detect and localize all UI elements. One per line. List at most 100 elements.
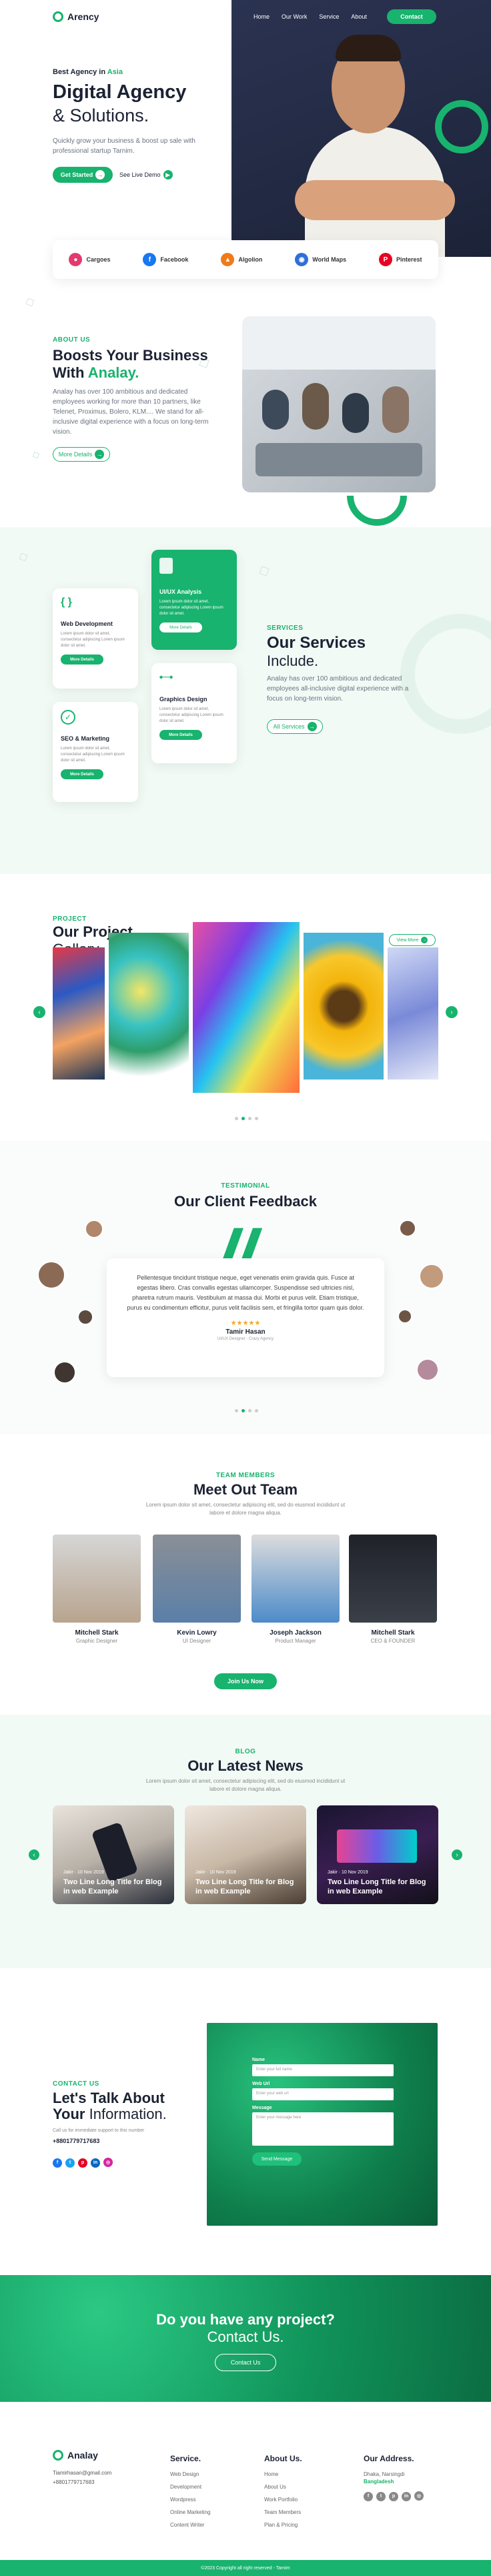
service-more-button[interactable]: More Details (159, 622, 202, 632)
blog-next-button[interactable]: › (452, 1849, 462, 1860)
project-section: PROJECT Our Project Gallery. View More→ … (0, 874, 491, 1141)
view-more-button[interactable]: View More → (389, 934, 436, 946)
dot[interactable] (255, 1117, 258, 1120)
dot[interactable] (241, 1409, 245, 1412)
footer-social: f t p in ◎ (364, 2491, 427, 2501)
reviewer-role: UI/UX Designer - Crazy Agency (217, 1337, 274, 1341)
footer-link[interactable]: Team Members (264, 2509, 302, 2515)
live-demo-link[interactable]: See Live Demo ▶ (119, 170, 173, 179)
service-card-uiux: UI/UX Analysis Lorem ipsum dolor sit ame… (151, 550, 237, 650)
instagram-icon[interactable]: ◎ (103, 2158, 113, 2167)
all-services-button[interactable]: All Services → (267, 719, 323, 734)
blog-card[interactable]: Jakir · 10 Nov 2019 Two Line Long Title … (317, 1805, 438, 1904)
chevron-right-icon: › (450, 1008, 453, 1016)
brand-cargoes: ● Cargoes (69, 253, 110, 266)
dot[interactable] (235, 1117, 238, 1120)
brand-facebook: f Facebook (143, 253, 188, 266)
about-team-photo (242, 316, 436, 492)
team-member: Kevin Lowry UI Designer (153, 1535, 241, 1644)
footer-link[interactable]: Wordpress (170, 2497, 210, 2503)
contact-phone[interactable]: +8801779717683 (53, 2138, 99, 2144)
gallery-next-button[interactable]: › (446, 1006, 458, 1018)
gallery-item[interactable] (53, 947, 105, 1080)
instagram-icon[interactable]: ◎ (414, 2491, 424, 2501)
chevron-right-icon: › (456, 1851, 458, 1859)
service-more-button[interactable]: More Details (61, 769, 103, 779)
web-url-input[interactable]: Enter your web url (252, 2088, 394, 2100)
dot[interactable] (248, 1117, 252, 1120)
footer-link[interactable]: About Us (264, 2484, 302, 2490)
footer-email[interactable]: Tiamirhasan@gmail.com (53, 2470, 111, 2476)
dot[interactable] (255, 1409, 258, 1412)
member-photo (53, 1535, 141, 1623)
team-section: TEAM MEMBERS Meet Out Team Lorem ipsum d… (0, 1434, 491, 1715)
nav-service[interactable]: Service (319, 13, 339, 20)
logo[interactable]: Arency (53, 11, 99, 22)
hero-image-panel (231, 0, 491, 257)
service-more-button[interactable]: More Details (61, 655, 103, 665)
nav-contact-button[interactable]: Contact (387, 9, 436, 24)
gallery-item[interactable] (193, 922, 300, 1093)
chevron-left-icon: ‹ (38, 1008, 41, 1016)
team-member: Mitchell Stark Graphic Designer (53, 1535, 141, 1644)
message-textarea[interactable]: Enter your message here (252, 2112, 394, 2146)
avatar (399, 1220, 416, 1237)
contact-social: f t p in ◎ (53, 2155, 116, 2168)
testimonial-title: Our Client Feedback (174, 1193, 317, 1210)
dot[interactable] (235, 1409, 238, 1412)
pinterest-icon[interactable]: p (389, 2491, 398, 2501)
gallery-prev-button[interactable]: ‹ (33, 1006, 45, 1018)
facebook-icon[interactable]: f (364, 2491, 373, 2501)
join-us-button[interactable]: Join Us Now (214, 1673, 277, 1689)
code-braces-icon: { } (61, 596, 72, 608)
cargoes-icon: ● (69, 253, 83, 266)
about-title-line2: With Analay. (53, 364, 139, 381)
dot[interactable] (241, 1117, 245, 1120)
avatar (77, 1309, 93, 1325)
arrow-right-icon: → (95, 450, 105, 459)
footer-link[interactable]: Work Portfolio (264, 2497, 302, 2503)
brand-strip: ● Cargoes f Facebook ▲ Algolion ◉ World Maps… (53, 240, 438, 279)
footer-phone[interactable]: +8801779717683 (53, 2479, 95, 2485)
dot[interactable] (248, 1409, 252, 1412)
brand-algolion: ▲ Algolion (221, 253, 262, 266)
facebook-icon[interactable]: f (53, 2158, 62, 2168)
document-icon (159, 558, 173, 574)
pinterest-icon[interactable]: p (78, 2158, 87, 2168)
gallery-item[interactable] (304, 933, 384, 1080)
about-title: Boosts Your Business (53, 347, 208, 364)
blog-prev-button[interactable]: ‹ (29, 1849, 39, 1860)
service-more-button[interactable]: More Details (159, 730, 202, 740)
blog-card[interactable]: Jakir · 10 Nov 2019 Two Line Long Title … (185, 1805, 306, 1904)
footer-logo[interactable]: Analay (53, 2450, 98, 2461)
twitter-icon[interactable]: t (376, 2491, 386, 2501)
nav-our-work[interactable]: Our Work (282, 13, 307, 20)
cta-contact-button[interactable]: Contact Us (215, 2354, 276, 2371)
footer-link[interactable]: Plan & Pricing (264, 2522, 302, 2528)
linkedin-icon[interactable]: in (91, 2158, 100, 2168)
linkedin-icon[interactable]: in (402, 2491, 411, 2501)
send-message-button[interactable]: Send Message (252, 2152, 302, 2166)
twitter-icon[interactable]: t (65, 2158, 75, 2168)
get-started-button[interactable]: Get Started → (53, 167, 113, 183)
about-more-button[interactable]: More Details → (53, 447, 110, 462)
nav-home[interactable]: Home (254, 13, 270, 20)
footer-link[interactable]: Home (264, 2471, 302, 2477)
avatar (416, 1358, 439, 1381)
services-subtitle: Include. (267, 653, 319, 669)
pinterest-icon: P (379, 253, 393, 266)
arrow-right-icon: → (421, 937, 428, 943)
brand-pinterest: P Pinterest (379, 253, 422, 266)
gallery-item[interactable] (388, 947, 438, 1080)
footer-link[interactable]: Web Design (170, 2471, 210, 2477)
testimonial-section: TESTIMONIAL Our Client Feedback ▌▌ Pelle… (0, 1141, 491, 1434)
blog-description: Lorem ipsum dolor sit amet, consectetur … (145, 1778, 346, 1792)
footer-link[interactable]: Online Marketing (170, 2509, 210, 2515)
gallery-item[interactable] (109, 933, 189, 1080)
nav-about[interactable]: About (351, 13, 367, 20)
footer-link[interactable]: Content Writer (170, 2522, 210, 2528)
blog-card[interactable]: Jakir · 10 Nov 2019 Two Line Long Title … (53, 1805, 174, 1904)
name-input[interactable]: Enter your full name (252, 2064, 394, 2076)
cta-line1: Do you have any project? (156, 2311, 335, 2328)
footer-link[interactable]: Development (170, 2484, 210, 2490)
